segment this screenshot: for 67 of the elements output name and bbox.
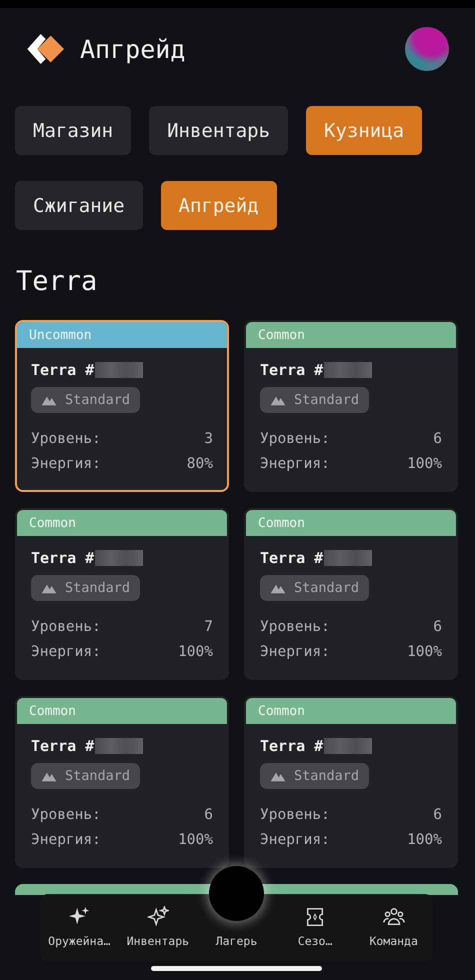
level-value: 6 xyxy=(433,806,442,825)
redacted-number xyxy=(324,550,372,566)
page-title: Апгрейд xyxy=(80,34,186,64)
robot-card[interactable]: Uncommon Terra # Standard Уровень: 3 Энергия: 80% xyxy=(15,320,229,492)
level-value: 6 xyxy=(204,806,213,825)
energy-label: Энергия: xyxy=(260,831,330,850)
people-icon xyxy=(382,906,405,928)
nav-item[interactable]: Команда xyxy=(356,906,432,948)
nav-item[interactable]: Инвентарь xyxy=(120,906,196,948)
redacted-number xyxy=(324,362,372,378)
level-value: 7 xyxy=(204,618,213,637)
rarity-label: Common xyxy=(258,328,305,342)
level-label: Уровень: xyxy=(260,806,330,825)
robot-card[interactable]: Common Terra # Standard Уровень: 6 Энергия: 100% xyxy=(15,696,229,868)
rarity-label: Common xyxy=(29,704,76,718)
rarity-label: Uncommon xyxy=(29,328,92,342)
energy-label: Энергия: xyxy=(31,831,101,850)
robot-name: Terra # xyxy=(31,737,94,755)
robot-name: Terra # xyxy=(260,737,324,755)
level-label: Уровень: xyxy=(260,430,330,449)
level-label: Уровень: xyxy=(260,618,330,637)
badge-label: Standard xyxy=(294,768,360,784)
robot-name: Terra # xyxy=(31,361,94,379)
rarity-label: Common xyxy=(258,704,305,718)
level-label: Уровень: xyxy=(31,430,101,449)
energy-value: 80% xyxy=(186,455,213,474)
energy-value: 100% xyxy=(407,455,442,474)
badge-label: Standard xyxy=(65,392,130,408)
level-value: 6 xyxy=(433,618,442,637)
robot-card[interactable]: Common Terra # Standard Уровень: 6 Энергия: 100% xyxy=(244,696,458,868)
redacted-number xyxy=(324,738,372,754)
robot-name: Terra # xyxy=(260,361,324,379)
robot-card[interactable]: Common Terra # Standard Уровень: 6 Энергия: 100% xyxy=(244,508,458,680)
badge-label: Standard xyxy=(65,580,130,596)
nav-item[interactable]: Оружейна… xyxy=(41,906,118,948)
rarity-label: Common xyxy=(258,516,305,530)
redacted-number xyxy=(95,738,144,754)
robot-name: Terra # xyxy=(260,549,324,567)
avatar[interactable] xyxy=(405,27,449,71)
energy-label: Энергия: xyxy=(260,643,330,662)
nav-tab[interactable]: Магазин xyxy=(15,106,132,155)
badge-label: Standard xyxy=(294,580,360,596)
badge-label: Standard xyxy=(65,768,130,784)
energy-label: Энергия: xyxy=(31,455,101,474)
energy-value: 100% xyxy=(178,643,213,662)
nav-tab[interactable]: Инвентарь xyxy=(149,106,288,155)
energy-label: Энергия: xyxy=(260,455,330,474)
energy-value: 100% xyxy=(407,831,442,850)
section-title: Terra xyxy=(16,266,98,299)
level-value: 6 xyxy=(433,430,442,449)
robot-card[interactable]: Common Terra # Standard Уровень: 6 Энергия: 100% xyxy=(244,320,458,492)
energy-value: 100% xyxy=(407,643,442,662)
sparkles-icon xyxy=(146,906,169,928)
level-label: Уровень: xyxy=(31,618,101,637)
energy-label: Энергия: xyxy=(31,643,101,662)
redacted-number xyxy=(95,550,144,566)
nav-item[interactable]: Лагерь xyxy=(198,934,274,948)
level-label: Уровень: xyxy=(31,806,101,825)
level-value: 3 xyxy=(204,430,213,449)
rarity-label: Common xyxy=(29,516,76,530)
badge-label: Standard xyxy=(294,392,360,408)
redacted-number xyxy=(95,362,144,378)
nav-item[interactable]: Сезо… xyxy=(277,906,354,948)
nav-tab[interactable]: Сжигание xyxy=(15,181,143,230)
energy-value: 100% xyxy=(178,831,213,850)
robot-name: Terra # xyxy=(31,549,94,567)
robot-card[interactable]: Common Terra # Standard Уровень: 7 Энергия: 100% xyxy=(15,508,229,680)
